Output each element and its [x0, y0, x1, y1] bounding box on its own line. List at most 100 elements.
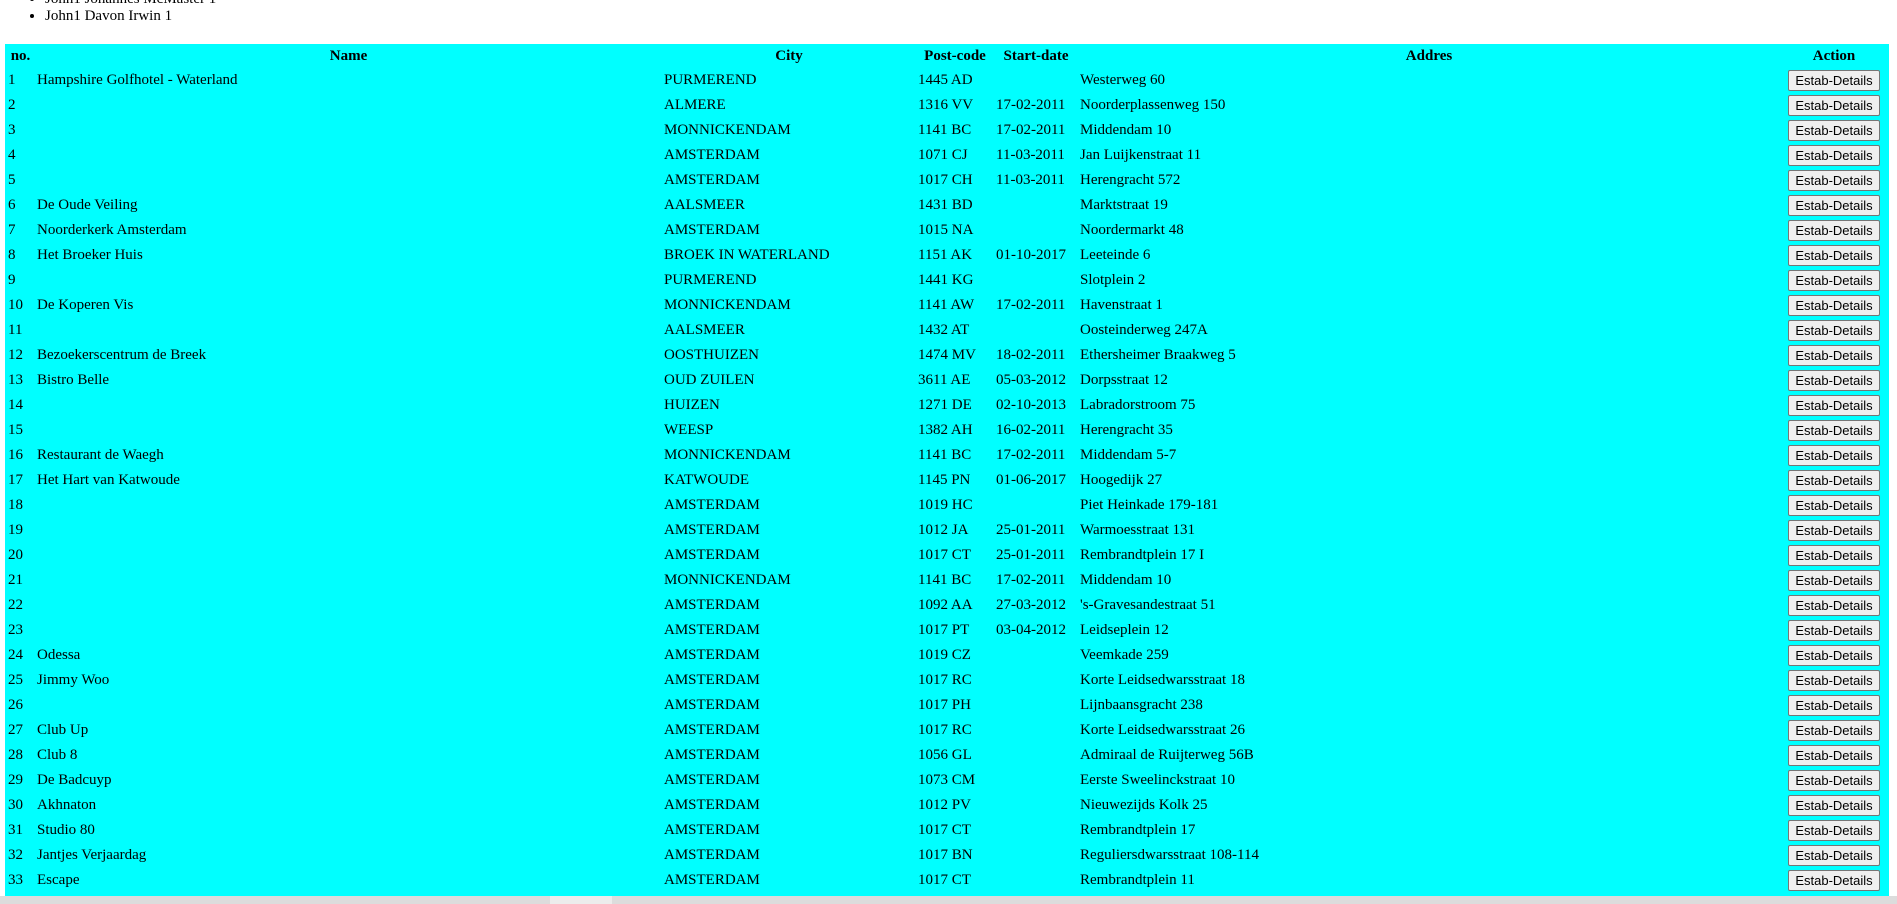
estab-details-button[interactable]: Estab-Details: [1788, 170, 1880, 191]
estab-details-button[interactable]: Estab-Details: [1788, 445, 1880, 466]
cell-name: Akhnaton: [37, 797, 97, 813]
estab-details-button[interactable]: Estab-Details: [1788, 245, 1880, 266]
estab-details-button[interactable]: Estab-Details: [1788, 395, 1880, 416]
cell-name: De Oude Veiling: [37, 197, 138, 213]
estab-details-button[interactable]: Estab-Details: [1788, 620, 1880, 641]
cell-city: AMSTERDAM: [664, 147, 760, 163]
col-header-name: Name: [329, 48, 368, 64]
estab-details-button[interactable]: Estab-Details: [1788, 120, 1880, 141]
cell-name: [36, 419, 661, 442]
cell-postcode: 1017 CT: [918, 547, 971, 563]
cell-no: 5: [8, 172, 16, 188]
estab-details-button[interactable]: Estab-Details: [1788, 195, 1880, 216]
estab-details-button[interactable]: Estab-Details: [1788, 720, 1880, 741]
cell-addres: Rembrandtplein 17: [1080, 822, 1196, 838]
estab-details-button[interactable]: Estab-Details: [1788, 470, 1880, 491]
estab-details-button[interactable]: Estab-Details: [1788, 295, 1880, 316]
cell-startdate: 27-03-2012: [996, 597, 1066, 613]
cell-no: 3: [8, 122, 16, 138]
estab-details-button[interactable]: Estab-Details: [1788, 545, 1880, 566]
cell-startdate: 03-04-2012: [996, 622, 1066, 638]
cell-action: Estab-Details: [1781, 294, 1887, 317]
cell-postcode: 1432 AT: [918, 322, 970, 338]
estab-details-button[interactable]: Estab-Details: [1788, 570, 1880, 591]
table-row: 11 AALSMEER 1432 AT Oosteinderweg 247A Estab…: [7, 319, 1887, 342]
cell-startdate: [995, 744, 1077, 767]
estab-details-button[interactable]: Estab-Details: [1788, 145, 1880, 166]
cell-name: Het Hart van Katwoude: [37, 472, 180, 488]
cell-postcode: 1441 KG: [918, 272, 974, 288]
table-row: 18 AMSTERDAM 1019 HC Piet Heinkade 179-181 E…: [7, 494, 1887, 517]
cell-city: AALSMEER: [664, 197, 745, 213]
cell-no: 16: [8, 447, 23, 463]
cell-action: Estab-Details: [1781, 794, 1887, 817]
cell-postcode: 1017 PH: [918, 697, 971, 713]
cell-startdate: [995, 719, 1077, 742]
cell-addres: Admiraal de Ruijterweg 56B: [1080, 747, 1254, 763]
estab-details-button[interactable]: Estab-Details: [1788, 595, 1880, 616]
estab-details-button[interactable]: Estab-Details: [1788, 70, 1880, 91]
scrollbar-thumb[interactable]: [550, 896, 612, 904]
cell-no: 15: [8, 422, 23, 438]
cell-startdate: [995, 69, 1077, 92]
cell-no: 1: [8, 72, 16, 88]
cell-startdate: [995, 644, 1077, 667]
estab-details-button[interactable]: Estab-Details: [1788, 95, 1880, 116]
table-row: 3 MONNICKENDAM 1141 BC 17-02-2011 Middendam …: [7, 119, 1887, 142]
estab-details-button[interactable]: Estab-Details: [1788, 795, 1880, 816]
cell-no: 28: [8, 747, 23, 763]
cell-postcode: 1151 AK: [918, 247, 973, 263]
estab-details-button[interactable]: Estab-Details: [1788, 345, 1880, 366]
cell-no: 25: [8, 672, 23, 688]
table-row: 25 Jimmy Woo AMSTERDAM 1017 RC Korte Leidsed…: [7, 669, 1887, 692]
estab-details-button[interactable]: Estab-Details: [1788, 870, 1880, 891]
cell-action: Estab-Details: [1781, 319, 1887, 342]
cell-addres: Marktstraat 19: [1080, 197, 1168, 213]
cell-name: Club Up: [37, 722, 89, 738]
cell-city: AMSTERDAM: [664, 547, 760, 563]
estab-details-button[interactable]: Estab-Details: [1788, 420, 1880, 441]
estab-details-button[interactable]: Estab-Details: [1788, 270, 1880, 291]
estab-details-button[interactable]: Estab-Details: [1788, 370, 1880, 391]
cell-no: 17: [8, 472, 23, 488]
cell-startdate: 17-02-2011: [996, 122, 1066, 138]
estab-details-button[interactable]: Estab-Details: [1788, 220, 1880, 241]
cell-addres: Herengracht 35: [1080, 422, 1173, 438]
owner-list: John1 Johannes McMaster 1 John1 Davon Ir…: [0, 0, 216, 25]
cell-startdate: [995, 819, 1077, 842]
estab-details-button[interactable]: Estab-Details: [1788, 645, 1880, 666]
table-row: 23 AMSTERDAM 1017 PT 03-04-2012 Leidseplein …: [7, 619, 1887, 642]
cell-city: AMSTERDAM: [664, 172, 760, 188]
cell-no: 24: [8, 647, 23, 663]
cell-addres: 's-Gravesandestraat 51: [1080, 597, 1216, 613]
cell-addres: Havenstraat 1: [1080, 297, 1163, 313]
cell-postcode: 1431 BD: [918, 197, 973, 213]
cell-no: 22: [8, 597, 23, 613]
table-row: 33 Escape AMSTERDAM 1017 CT Rembrandtplein 1…: [7, 869, 1887, 892]
horizontal-scrollbar[interactable]: [0, 896, 1897, 904]
estab-details-button[interactable]: Estab-Details: [1788, 520, 1880, 541]
estab-details-button[interactable]: Estab-Details: [1788, 820, 1880, 841]
cell-postcode: 1073 CM: [918, 772, 976, 788]
estab-details-button[interactable]: Estab-Details: [1788, 695, 1880, 716]
cell-postcode: 1141 BC: [918, 122, 972, 138]
cell-startdate: [995, 269, 1077, 292]
cell-addres: Warmoesstraat 131: [1080, 522, 1196, 538]
cell-city: AMSTERDAM: [664, 647, 760, 663]
estab-details-button[interactable]: Estab-Details: [1788, 745, 1880, 766]
estab-details-button[interactable]: Estab-Details: [1788, 495, 1880, 516]
cell-addres: Piet Heinkade 179-181: [1080, 497, 1219, 513]
cell-addres: Leidseplein 12: [1080, 622, 1169, 638]
cell-postcode: 1316 VV: [918, 97, 974, 113]
estab-details-button[interactable]: Estab-Details: [1788, 770, 1880, 791]
cell-startdate: 17-02-2011: [996, 572, 1066, 588]
cell-city: MONNICKENDAM: [664, 447, 791, 463]
cell-no: 21: [8, 572, 23, 588]
estab-details-button[interactable]: Estab-Details: [1788, 670, 1880, 691]
cell-no: 8: [8, 247, 16, 263]
estab-details-button[interactable]: Estab-Details: [1788, 320, 1880, 341]
cell-startdate: [995, 194, 1077, 217]
cell-name: [36, 94, 661, 117]
table-row: 29 De Badcuyp AMSTERDAM 1073 CM Eerste Sweel…: [7, 769, 1887, 792]
estab-details-button[interactable]: Estab-Details: [1788, 845, 1880, 866]
